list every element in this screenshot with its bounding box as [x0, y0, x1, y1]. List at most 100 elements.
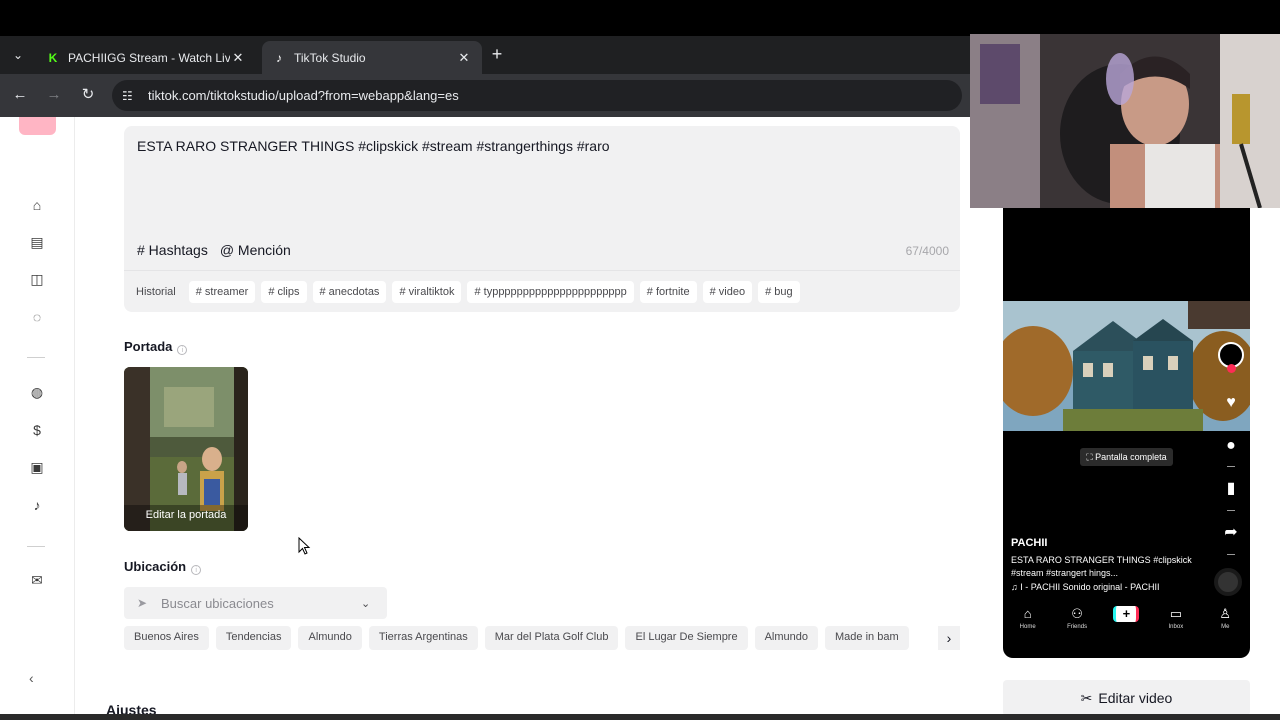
site-settings-icon[interactable]: ☷ [122, 89, 138, 103]
sidebar-divider [27, 546, 45, 547]
cover-section-label: Portada i [124, 339, 188, 355]
back-arrow-icon[interactable]: ← [10, 85, 30, 105]
description-plain-text: ESTA RARO STRANGER THINGS [137, 138, 359, 154]
me-nav: ♙ Me [1205, 606, 1245, 638]
new-tab-button[interactable]: + [488, 44, 506, 64]
info-icon[interactable]: i [191, 565, 202, 575]
preview-username: PACHII [1011, 537, 1048, 549]
hashtag-chip[interactable]: # bug [758, 281, 800, 303]
music-disc-icon [1214, 568, 1242, 596]
phone-preview: ⛶ Pantalla completa ♥ ● ▮ ➦ PACHII ESTA … [1003, 208, 1250, 658]
omnibox[interactable]: ☷ tiktok.com/tiktokstudio/upload?from=we… [112, 80, 962, 111]
fullscreen-button[interactable]: ⛶ Pantalla completa [1080, 448, 1173, 466]
analytics-icon[interactable]: ◫ [27, 269, 47, 289]
info-icon[interactable]: i [177, 345, 188, 355]
tab-search-chevron-icon[interactable]: ⌄ [8, 45, 28, 65]
create-nav: + [1106, 606, 1146, 638]
follow-plus-icon [1227, 364, 1236, 373]
location-chip[interactable]: Mar del Plata Golf Club [484, 626, 619, 650]
hashtag-chip[interactable]: # anecdotas [312, 281, 387, 303]
character-counter: 67/4000 [905, 244, 949, 258]
preview-sound: ♫ I - PACHII Sonido original - PACHII [1011, 582, 1160, 592]
edit-cover-label[interactable]: Editar la portada [124, 509, 248, 521]
location-chip[interactable]: Made in bam [825, 626, 909, 650]
inbox-icon: ▭ [1169, 606, 1182, 621]
close-icon[interactable]: ✕ [456, 50, 472, 66]
kick-icon: K [48, 50, 58, 65]
edit-video-label: Editar video [1098, 690, 1173, 706]
location-chip[interactable]: Buenos Aires [124, 626, 209, 650]
location-chip[interactable]: Tendencias [215, 626, 292, 650]
monetization-icon[interactable]: $ [27, 420, 47, 440]
bookmark-icon: ▮ [1226, 480, 1236, 497]
tiktok-studio-page: ⌂ ▤ ◫ ◌ ◍ $ ▣ ♪ ✉ ‹ ESTA RARO STRANGER T… [0, 117, 970, 720]
tab-title: TikTok Studio [294, 50, 366, 65]
cover-image [124, 367, 248, 531]
mouse-cursor-icon [298, 537, 311, 555]
taskbar-strip [0, 714, 1280, 720]
home-icon[interactable]: ⌂ [27, 195, 47, 215]
count-placeholder [1227, 466, 1235, 467]
location-chip[interactable]: Almundo [298, 626, 362, 650]
cover-thumbnail[interactable]: Editar la portada [124, 367, 248, 531]
chevron-right-icon[interactable]: › [938, 626, 960, 650]
divider [124, 270, 960, 271]
count-placeholder [1227, 510, 1235, 511]
home-icon: ⌂ [1023, 606, 1032, 621]
sidebar: ⌂ ▤ ◫ ◌ ◍ $ ▣ ♪ ✉ ‹ [0, 117, 75, 720]
address-bar-row: ← → ↻ ☷ tiktok.com/tiktokstudio/upload?f… [0, 74, 970, 117]
hashtag-chip[interactable]: # viraltiktok [392, 281, 462, 303]
profile-icon: ♙ [1219, 606, 1232, 621]
location-chip[interactable]: El Lugar De Siempre [625, 626, 748, 650]
friends-nav: ⚇ Friends [1057, 606, 1097, 638]
upload-button[interactable] [19, 117, 56, 135]
inspiration-bulb-icon[interactable]: ◍ [27, 382, 47, 402]
fullscreen-label: Pantalla completa [1095, 452, 1167, 462]
hashtag-chip[interactable]: # clips [261, 281, 307, 303]
description-hashtags: #clipskick #stream #strangerthings #raro [358, 138, 610, 154]
location-chip[interactable]: Almundo [754, 626, 819, 650]
nav-label: Home [1019, 624, 1036, 630]
tab-title: PACHIIGG Stream - Watch Live [68, 50, 230, 65]
browser-tab-bar: ⌄ K PACHIIGG Stream - Watch Live ✕ ♪ Tik… [0, 36, 970, 74]
location-label: Ubicación [124, 559, 187, 574]
hashtag-chip[interactable]: # typppppppppppppppppppppp [467, 281, 634, 303]
preview-bottom-nav: ⌂ Home ⚇ Friends + ▭ Inbox ♙ Me [1003, 606, 1250, 638]
preview-caption: ESTA RARO STRANGER THINGS #clipskick #st… [1011, 555, 1192, 578]
mention-button[interactable]: @ Mención [220, 242, 291, 258]
scissors-icon: ✂ [1080, 689, 1093, 706]
nav-label: Friends [1067, 624, 1088, 630]
location-search-select[interactable]: ➤ Buscar ubicaciones ⌄ [124, 587, 387, 619]
academy-icon[interactable]: ▣ [27, 457, 47, 477]
preview-video-frame [1003, 301, 1250, 431]
edit-video-button[interactable]: ✂ Editar video [1003, 680, 1250, 716]
collapse-sidebar-icon[interactable]: ‹ [29, 670, 45, 686]
description-editor[interactable]: ESTA RARO STRANGER THINGS #clipskick #st… [124, 126, 960, 312]
location-section-label: Ubicación i [124, 559, 202, 575]
create-icon: + [1113, 606, 1140, 622]
music-icon[interactable]: ♪ [27, 495, 47, 515]
location-chip[interactable]: Tierras Argentinas [368, 626, 478, 650]
friends-icon: ⚇ [1071, 606, 1083, 621]
share-icon: ➦ [1224, 524, 1238, 541]
close-icon[interactable]: ✕ [230, 50, 246, 66]
hashtag-chip[interactable]: # streamer [188, 281, 256, 303]
tiktok-icon: ♪ [276, 50, 282, 65]
inbox-nav: ▭ Inbox [1156, 606, 1196, 638]
content-folder-icon[interactable]: ▤ [27, 232, 47, 252]
tab-tiktok-studio[interactable]: ♪ TikTok Studio ✕ [262, 41, 482, 74]
tab-kick-stream[interactable]: K PACHIIGG Stream - Watch Live ✕ [36, 41, 256, 74]
hashtag-chip[interactable]: # fortnite [639, 281, 697, 303]
home-nav: ⌂ Home [1008, 606, 1048, 638]
comments-icon[interactable]: ◌ [27, 307, 47, 327]
forward-arrow-icon[interactable]: → [44, 85, 64, 105]
description-text[interactable]: ESTA RARO STRANGER THINGS #clipskick #st… [137, 138, 610, 154]
location-arrow-icon: ➤ [137, 596, 148, 610]
feedback-mail-icon[interactable]: ✉ [27, 570, 47, 590]
nav-label: Inbox [1168, 624, 1184, 630]
reload-icon[interactable]: ↻ [78, 85, 98, 105]
hashtags-button[interactable]: # Hashtags [137, 242, 208, 258]
webcam-overlay [970, 34, 1280, 208]
location-suggestions: Buenos Aires Tendencias Almundo Tierras … [124, 626, 960, 650]
hashtag-chip[interactable]: # video [702, 281, 753, 303]
